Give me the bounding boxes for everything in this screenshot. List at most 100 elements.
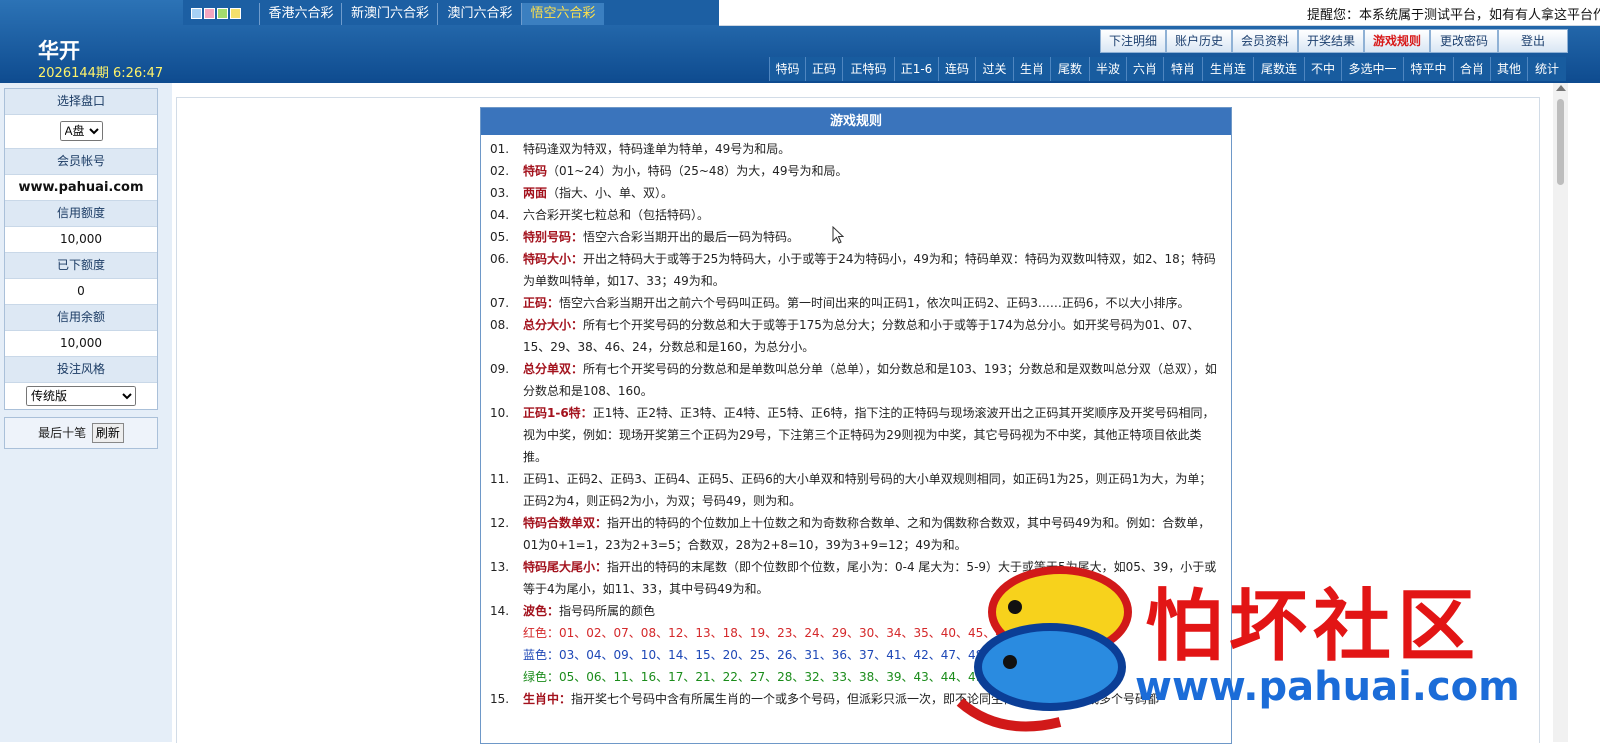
rule-number: 15.: [490, 692, 510, 706]
game-tab-zhengtema[interactable]: 正特码: [842, 57, 894, 81]
period-clock: 2026144期 6:26:47: [38, 66, 164, 81]
rule-number: 08.: [490, 318, 510, 332]
game-tab-texiao[interactable]: 特肖: [1163, 57, 1202, 81]
draw-results-button[interactable]: 开奖结果: [1298, 29, 1364, 53]
rule-item: 06. 特码大小：开出之特码大于或等于25为特码大，小于或等于24为特码小，49为…: [490, 248, 1219, 292]
member-info-button[interactable]: 会员资料: [1232, 29, 1298, 53]
account-label: 会员帐号: [5, 149, 157, 175]
notice-bar: 提醒您：本系统属于测试平台，如有有人拿这平台作为: [719, 0, 1600, 26]
blue-numbers-line: 蓝色：03、04、09、10、14、15、20、25、26、31、36、37、4…: [523, 648, 984, 662]
rule-key: 生肖中：: [523, 692, 572, 706]
game-tab-weishu[interactable]: 尾数: [1050, 57, 1089, 81]
game-tab-banbo[interactable]: 半波: [1089, 57, 1126, 81]
rule-key: 特码尾大尾小：: [523, 560, 608, 574]
rule-key: 特别号码：: [523, 230, 584, 244]
game-tab-liuxiao[interactable]: 六肖: [1126, 57, 1163, 81]
rule-number: 13.: [490, 560, 510, 574]
rule-text: 指开奖七个号码中含有所属生肖的一个或多个号码，但派彩只派一次，即不论同生肖号码出…: [571, 692, 1160, 706]
rule-item: 11. 正码1、正码2、正码3、正码4、正码5、正码6的大小单双和特别号码的大小单…: [490, 468, 1219, 512]
rule-number: 09.: [490, 362, 510, 376]
pan-label: 选择盘口: [5, 89, 157, 115]
rule-text: 正码1、正码2、正码3、正码4、正码5、正码6的大小单双和特别号码的大小单双规则…: [523, 472, 1212, 508]
sidebar: 选择盘口 A盘 会员帐号 www.pahuai.com 信用额度 10,000 …: [0, 83, 173, 742]
rules-panel: 游戏规则 01. 特码逢双为特双，特码逢单为特单，49号为和局。 02. 特码（01~…: [480, 107, 1232, 744]
header-bar: 香港六合彩 新澳门六合彩 澳门六合彩 悟空六合彩 提醒您：本系统属于测试平台，如…: [0, 0, 1600, 83]
game-tab-weishulian[interactable]: 尾数连: [1253, 57, 1304, 81]
game-tab-qita[interactable]: 其他: [1490, 57, 1527, 81]
lottery-tabs: 香港六合彩 新澳门六合彩 澳门六合彩 悟空六合彩: [183, 0, 719, 25]
game-tab-buzhong[interactable]: 不中: [1304, 57, 1341, 81]
rule-text: 指开出的特码的个位数加上十位数之和为奇数称合数单、之和为偶数称合数双，其中号码4…: [523, 516, 1211, 552]
scrollbar[interactable]: [1553, 83, 1568, 742]
rule-item: 15. 生肖中：指开奖七个号码中含有所属生肖的一个或多个号码，但派彩只派一次，即不…: [490, 688, 1219, 710]
style-select[interactable]: 传统版: [26, 386, 136, 406]
mouse-cursor-icon: [832, 226, 844, 244]
pan-select[interactable]: A盘: [59, 121, 103, 141]
game-tab-tongji[interactable]: 统计: [1527, 57, 1566, 81]
logout-button[interactable]: 登出: [1498, 29, 1568, 53]
rule-number: 01.: [490, 142, 510, 156]
tab-macau-mark-six[interactable]: 澳门六合彩: [437, 3, 522, 25]
rule-text: 指号码所属的颜色: [559, 604, 656, 618]
last-ten-panel: 最后十笔 刷新: [4, 417, 158, 449]
rule-key: 特码合数单双：: [523, 516, 608, 530]
game-tab-zhengma[interactable]: 正码: [805, 57, 842, 81]
credit-value: 10,000: [5, 227, 157, 253]
game-tab-zheng1-6[interactable]: 正1-6: [894, 57, 938, 81]
tab-new-macau-mark-six[interactable]: 新澳门六合彩: [341, 3, 438, 25]
rule-item: 04. 六合彩开奖七粒总和（包括特码）。: [490, 204, 1219, 226]
theme-yellow-icon[interactable]: [230, 8, 241, 19]
tab-hk-mark-six[interactable]: 香港六合彩: [259, 3, 342, 25]
rules-list: 01. 特码逢双为特双，特码逢单为特单，49号为和局。 02. 特码（01~24）为小…: [481, 135, 1231, 710]
rule-number: 02.: [490, 164, 510, 178]
rule-number: 07.: [490, 296, 510, 310]
game-tab-tema[interactable]: 特码: [769, 57, 805, 81]
rule-key: 两面: [523, 186, 548, 200]
rule-item: 13. 特码尾大尾小：指开出的特码的末尾数（即个位数即个位数，尾小为：0-4 尾大…: [490, 556, 1219, 600]
green-numbers-line: 绿色：05、06、11、16、17、21、22、27、28、32、33、38、3…: [523, 670, 984, 684]
theme-pink-icon[interactable]: [204, 8, 215, 19]
tab-wukong-mark-six[interactable]: 悟空六合彩: [521, 3, 604, 25]
game-tab-tepingzhong[interactable]: 特平中: [1403, 57, 1453, 81]
rules-title: 游戏规则: [481, 108, 1231, 135]
bet-detail-button[interactable]: 下注明细: [1100, 29, 1166, 53]
style-label: 投注风格: [5, 357, 157, 383]
placed-value: 0: [5, 279, 157, 305]
rule-number: 03.: [490, 186, 510, 200]
scroll-up-icon[interactable]: [1556, 85, 1566, 91]
rule-key: 总分大小：: [523, 318, 584, 332]
balance-label: 信用余额: [5, 305, 157, 331]
rule-item: 10. 正码1-6特：正1特、正2特、正3特、正4特、正5特、正6特，指下注的正特…: [490, 402, 1219, 468]
rule-number: 14.: [490, 604, 510, 618]
account-history-button[interactable]: 账户历史: [1166, 29, 1232, 53]
rule-item: 09. 总分单双：所有七个开奖号码的分数总和是单数叫总分单（总单），如分数总和是1…: [490, 358, 1219, 402]
rule-item: 02. 特码（01~24）为小，特码（25~48）为大，49号为和局。: [490, 160, 1219, 182]
change-password-button[interactable]: 更改密码: [1430, 29, 1498, 53]
game-tab-guoguan[interactable]: 过关: [975, 57, 1013, 81]
placed-label: 已下额度: [5, 253, 157, 279]
rule-text: 正1特、正2特、正3特、正4特、正5特、正6特，指下注的正特码与现场滚波开出之正…: [523, 406, 1215, 464]
theme-green-icon[interactable]: [217, 8, 228, 19]
notice-text: 提醒您：本系统属于测试平台，如有有人拿这平台作为: [1307, 8, 1600, 23]
brand-name: 华开: [38, 39, 80, 63]
rule-text: 所有七个开奖号码的分数总和大于或等于175为总分大；分数总和小于或等于174为总…: [523, 318, 1200, 354]
game-tab-lianma[interactable]: 连码: [938, 57, 975, 81]
game-tab-shengxiao[interactable]: 生肖: [1013, 57, 1050, 81]
game-tab-duoxuanzhongyi[interactable]: 多选中一: [1341, 57, 1403, 81]
game-tab-hexiao[interactable]: 合肖: [1453, 57, 1490, 81]
rule-item: 03. 两面（指大、小、单、双）。: [490, 182, 1219, 204]
scrollbar-thumb[interactable]: [1557, 99, 1564, 185]
game-rules-button[interactable]: 游戏规则: [1364, 29, 1430, 53]
rule-item: 14. 波色：指号码所属的颜色: [490, 600, 1219, 622]
rule-number: 10.: [490, 406, 510, 420]
rule-key: 正码：: [523, 296, 560, 310]
game-tab-shengxiaolian[interactable]: 生肖连: [1202, 57, 1253, 81]
theme-blue-icon[interactable]: [191, 8, 202, 19]
rule-number: 05.: [490, 230, 510, 244]
rule-item: 08. 总分大小：所有七个开奖号码的分数总和大于或等于175为总分大；分数总和小于…: [490, 314, 1219, 358]
rule-key: 正码1-6特：: [523, 406, 593, 420]
rule-text: 特码逢双为特双，特码逢单为特单，49号为和局。: [523, 142, 791, 156]
last-ten-label: 最后十笔: [38, 426, 87, 440]
rule-text: （指大、小、单、双）。: [547, 186, 674, 200]
refresh-button[interactable]: 刷新: [91, 422, 124, 443]
